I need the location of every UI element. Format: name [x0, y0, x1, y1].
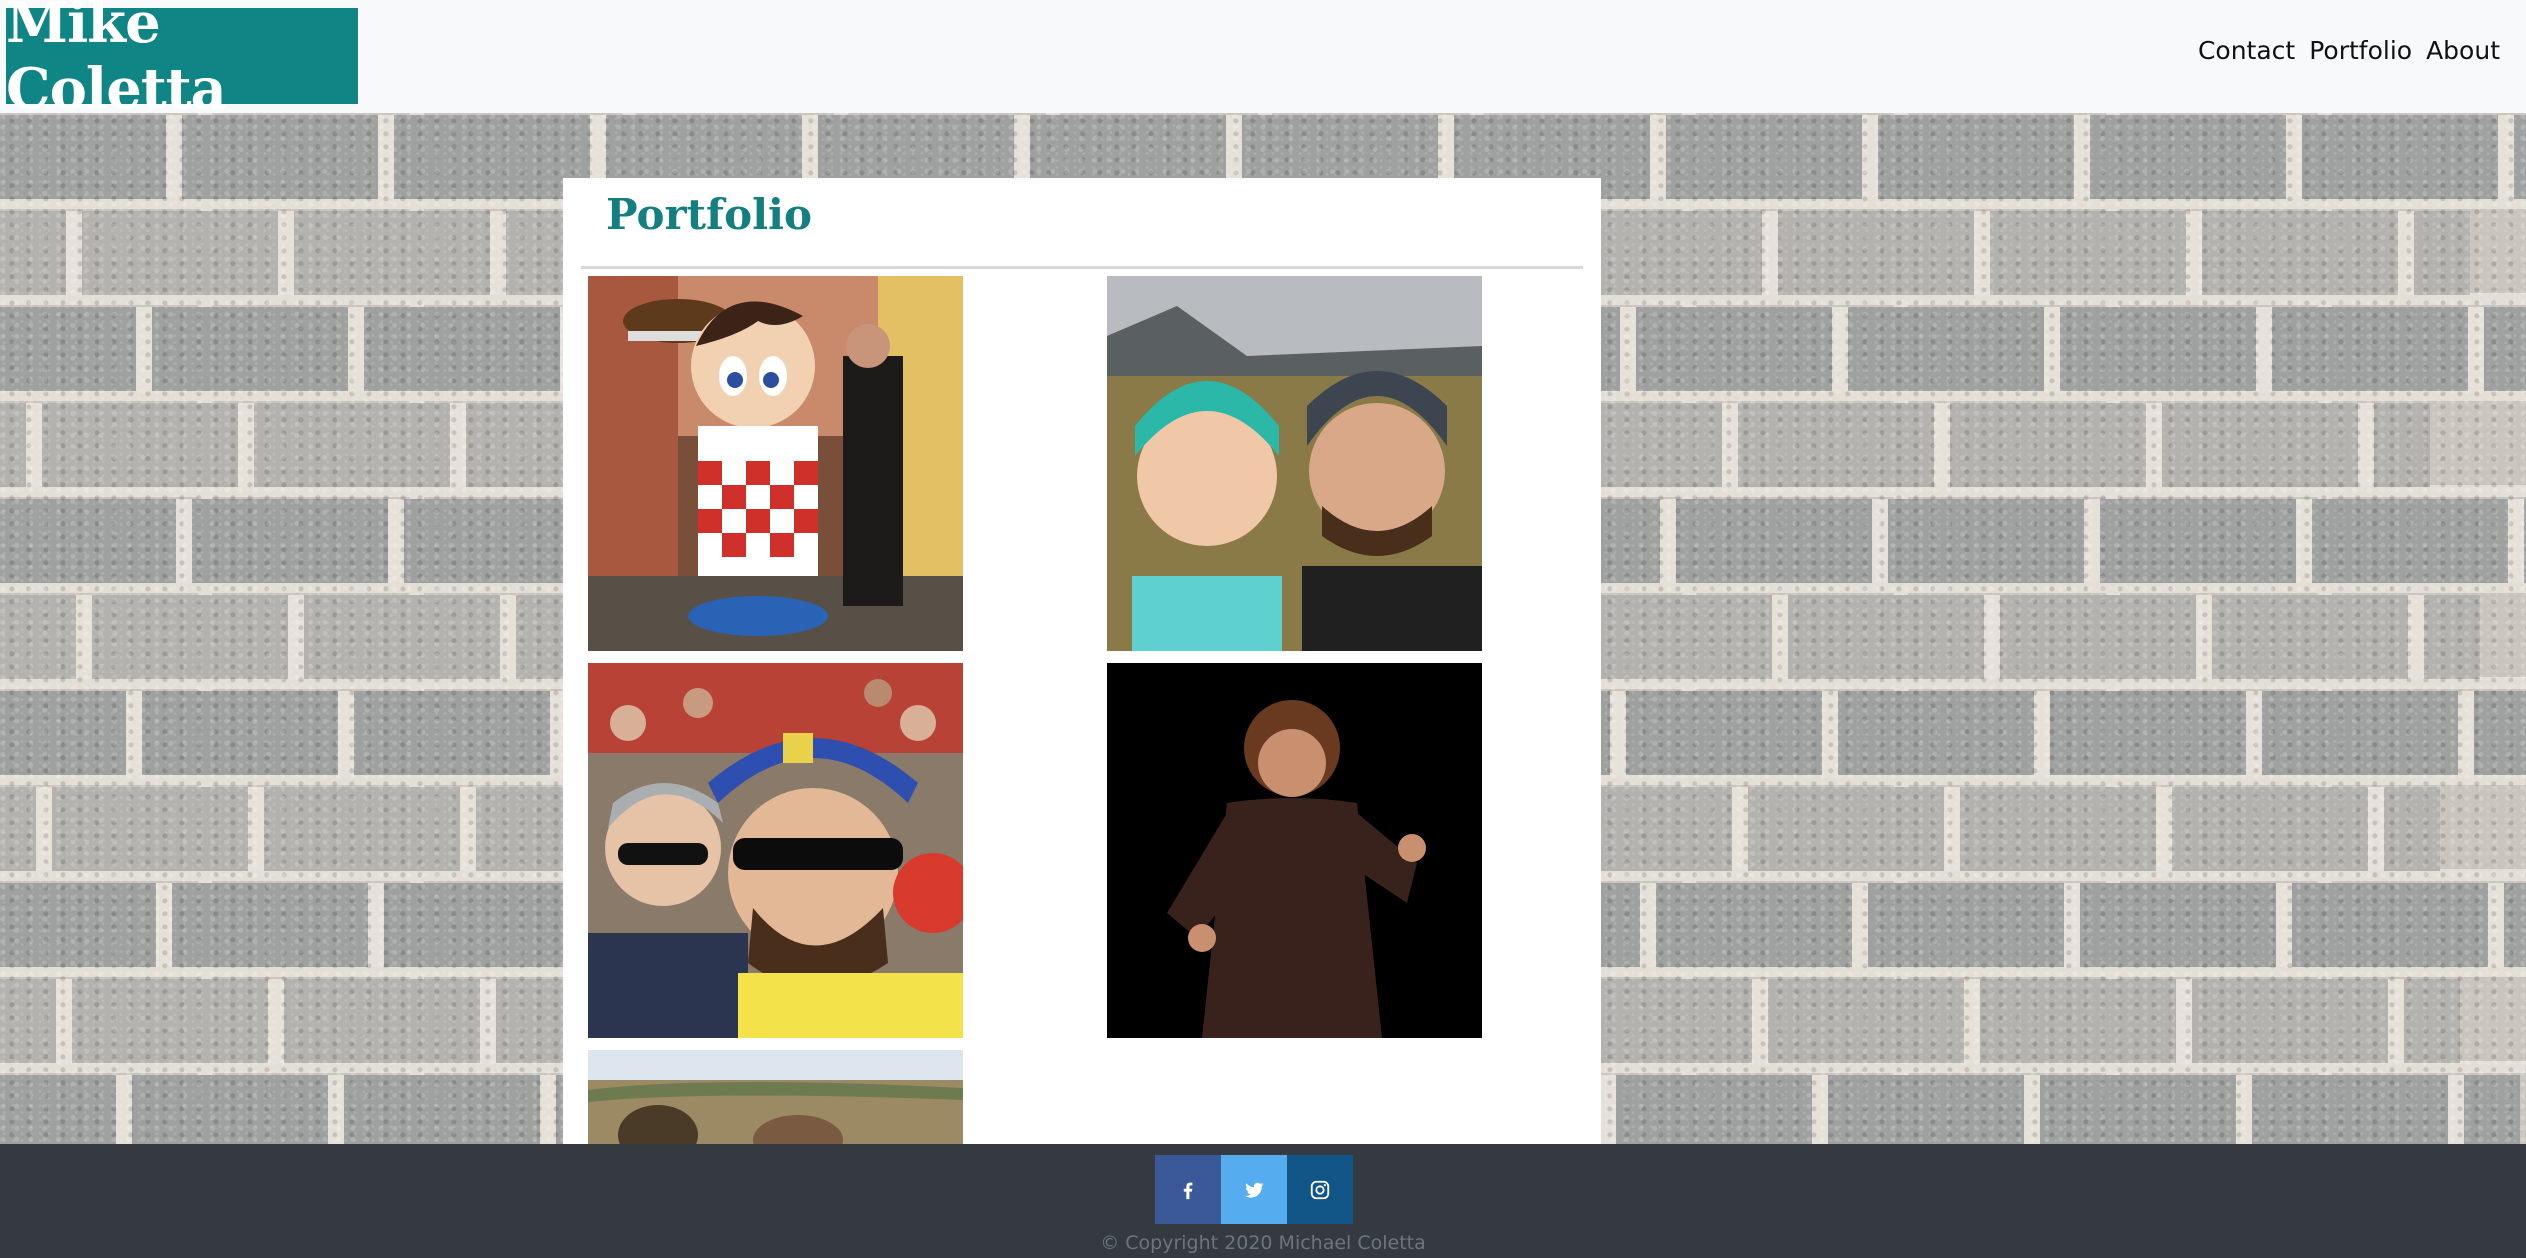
social-links: [1155, 1155, 1353, 1224]
twitter-icon: [1245, 1182, 1264, 1198]
photo-big-boy-statue[interactable]: [588, 276, 963, 651]
nav-links: Contact Portfolio About: [2198, 36, 2500, 65]
nav-link-contact[interactable]: Contact: [2198, 36, 2295, 65]
photo-stadium-selfie[interactable]: [588, 663, 963, 1038]
photo-standup-performance[interactable]: [1107, 663, 1482, 1038]
instagram-icon: [1310, 1180, 1330, 1199]
page-title: Portfolio: [606, 190, 813, 239]
footer: © Copyright 2020 Michael Coletta: [0, 1144, 2526, 1258]
portfolio-card: Portfolio: [563, 178, 1601, 1144]
nav-link-portfolio[interactable]: Portfolio: [2309, 36, 2412, 65]
twitter-button[interactable]: [1221, 1155, 1287, 1224]
copyright-text: © Copyright 2020 Michael Coletta: [1100, 1232, 1426, 1254]
brand-logo[interactable]: Mike Coletta: [6, 0, 358, 122]
instagram-button[interactable]: [1287, 1155, 1353, 1224]
facebook-button[interactable]: [1155, 1155, 1221, 1224]
navbar: Mike Coletta Contact Portfolio About: [0, 0, 2526, 122]
title-divider: [581, 266, 1583, 269]
nav-link-about[interactable]: About: [2426, 36, 2500, 65]
photo-couple-selfie[interactable]: [1107, 276, 1482, 651]
photo-landscape-partial[interactable]: [588, 1050, 963, 1144]
facebook-icon: [1183, 1182, 1193, 1199]
